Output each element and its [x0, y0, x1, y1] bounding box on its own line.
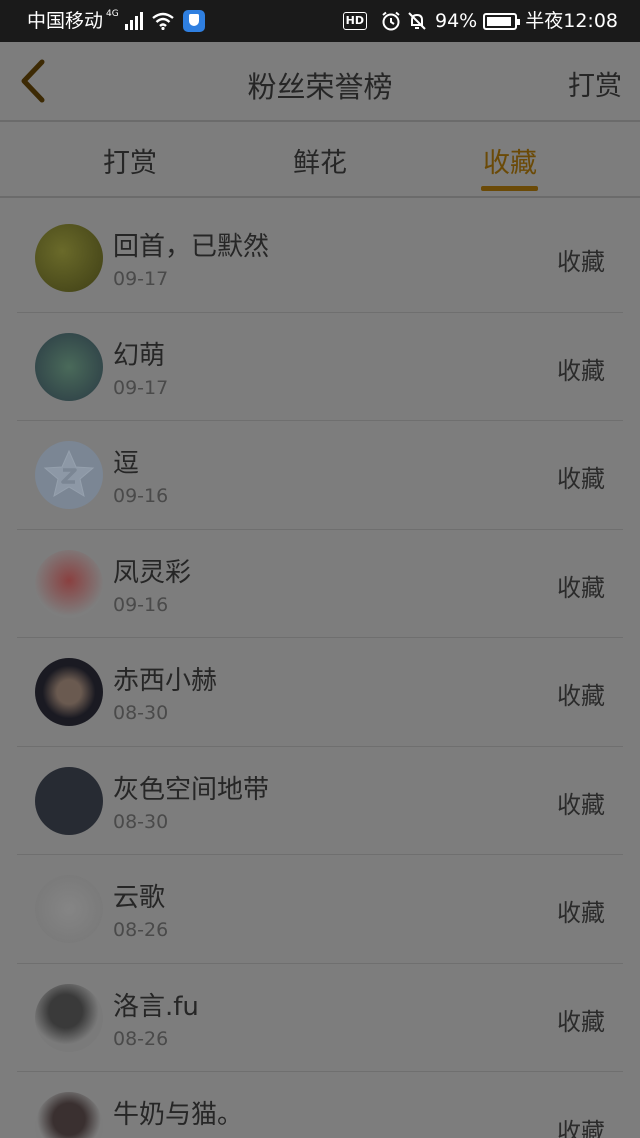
fan-name: 灰色空间地带	[113, 774, 270, 805]
action-label: 收藏	[557, 465, 605, 493]
tabs-divider	[0, 196, 640, 198]
action-label: 收藏	[557, 682, 605, 710]
tab-flowers[interactable]: 鲜花	[260, 141, 380, 180]
fan-name: 回首，已默然	[113, 232, 270, 262]
action-label: 收藏	[557, 899, 605, 927]
list-item[interactable]: 逗 09-16 收藏	[17, 421, 623, 530]
fan-name: 逗	[113, 449, 140, 479]
list-item[interactable]: 牛奶与猫。 收藏	[17, 1072, 623, 1138]
fan-date: 08-30	[113, 810, 169, 833]
fan-name: 赤西小赫	[113, 666, 218, 696]
avatar	[35, 1092, 103, 1138]
battery-percent: 94%	[435, 10, 478, 32]
network-type: 4G	[106, 9, 119, 19]
fan-date: 09-17	[113, 376, 169, 399]
hd-badge: HD	[342, 12, 367, 30]
fan-date: 09-17	[113, 268, 169, 290]
list-item[interactable]: 回首，已默然 09-17 收藏	[17, 204, 623, 313]
action-label: 收藏	[557, 1118, 605, 1138]
status-bar-left: 中国移动 4G	[27, 9, 205, 33]
avatar	[35, 441, 103, 509]
nav-bar: 粉丝荣誉榜 打赏	[0, 42, 640, 120]
fan-date: 09-16	[113, 485, 169, 507]
tab-reward[interactable]: 打赏	[70, 141, 190, 180]
fan-date: 09-16	[113, 593, 169, 616]
fan-name: 幻萌	[113, 340, 166, 371]
avatar	[35, 875, 103, 943]
battery-fill	[487, 16, 512, 26]
fan-date: 08-26	[113, 1027, 169, 1050]
tab-bar: 打赏 鲜花 收藏	[0, 121, 640, 197]
clock-time: 半夜12:08	[525, 10, 618, 32]
reward-button[interactable]: 打赏	[568, 64, 622, 103]
fan-list: 回首，已默然 09-17 收藏 幻萌 09-17 收藏 逗 09-16 收藏 凤…	[17, 204, 623, 1138]
list-item[interactable]: 凤灵彩 09-16 收藏	[17, 530, 623, 638]
avatar	[35, 224, 103, 292]
list-item[interactable]: 幻萌 09-17 收藏	[17, 313, 623, 421]
avatar	[35, 983, 103, 1052]
avatar	[35, 658, 103, 726]
tab-favorites[interactable]: 收藏	[450, 141, 570, 180]
list-item[interactable]: 洛言.fu 08-26 收藏	[17, 964, 623, 1072]
fan-date: 08-26	[113, 919, 169, 941]
page-title: 粉丝荣誉榜	[247, 70, 393, 104]
action-label: 收藏	[557, 248, 605, 276]
fan-name: 牛奶与猫。	[113, 1100, 244, 1130]
action-label: 收藏	[557, 1007, 605, 1036]
action-label: 收藏	[557, 573, 605, 602]
list-item[interactable]: 云歌 08-26 收藏	[17, 855, 623, 964]
fan-name: 洛言.fu	[113, 991, 199, 1022]
carrier-name: 中国移动	[27, 10, 104, 32]
avatar	[35, 549, 103, 618]
fan-date: 08-30	[113, 702, 169, 724]
fan-name: 云歌	[113, 883, 166, 913]
wifi-icon	[151, 12, 174, 30]
avatar	[35, 332, 103, 401]
list-item[interactable]: 灰色空间地带 08-30 收藏	[17, 747, 623, 855]
status-bar-right: HD 94% 半夜12:08	[342, 9, 618, 33]
action-label: 收藏	[557, 790, 605, 819]
default-qq-avatar-icon	[43, 449, 95, 498]
security-shield-icon	[182, 10, 205, 32]
list-item[interactable]: 赤西小赫 08-30 收藏	[17, 638, 623, 747]
battery-icon	[483, 12, 521, 30]
avatar	[35, 766, 103, 835]
action-label: 收藏	[557, 356, 605, 385]
mute-bell-icon	[408, 12, 426, 30]
signal-icon	[124, 12, 143, 30]
active-tab-indicator	[481, 186, 538, 191]
status-bar: 中国移动 4G HD 94% 半夜12:08	[0, 0, 640, 42]
fan-name: 凤灵彩	[113, 557, 192, 588]
alarm-icon	[382, 11, 400, 31]
